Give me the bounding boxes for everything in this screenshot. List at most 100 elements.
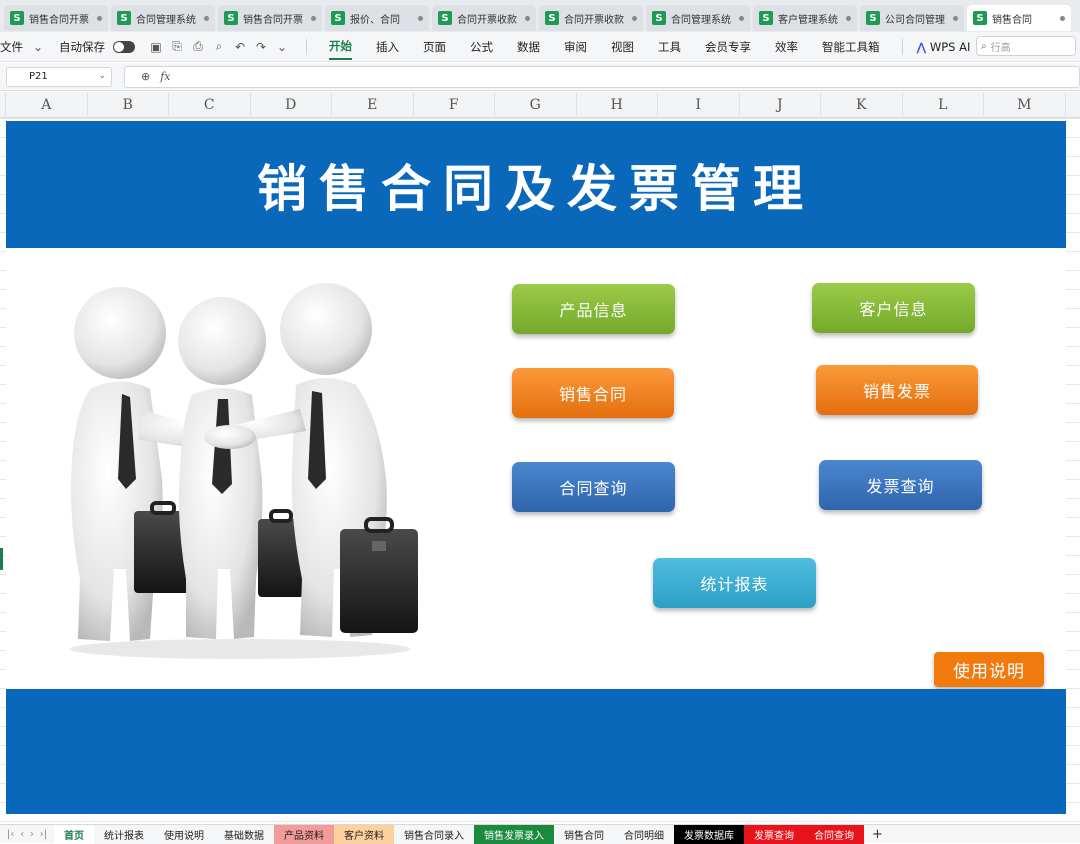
formula-input[interactable]: ⊕ fx bbox=[124, 65, 1080, 88]
column-header[interactable]: L bbox=[903, 92, 984, 118]
ribbon-tab[interactable]: 插入 bbox=[376, 35, 399, 59]
ribbon-tab[interactable]: 工具 bbox=[658, 35, 681, 59]
document-tab[interactable]: S 销售合同开票 bbox=[218, 5, 322, 31]
spreadsheet-icon: S bbox=[973, 11, 987, 25]
column-header[interactable]: G bbox=[495, 92, 577, 118]
undo-icon[interactable]: ↶ bbox=[233, 40, 247, 54]
spreadsheet-icon: S bbox=[545, 11, 559, 25]
first-sheet-icon[interactable]: |‹ bbox=[7, 829, 14, 840]
chevron-down-icon[interactable]: ⌄ bbox=[31, 40, 45, 54]
ribbon-tab[interactable]: 开始 bbox=[329, 34, 352, 60]
close-icon[interactable] bbox=[632, 15, 637, 21]
column-header[interactable]: I bbox=[658, 92, 740, 118]
ribbon-tab[interactable]: 审阅 bbox=[564, 35, 587, 59]
spreadsheet-icon: S bbox=[224, 11, 238, 25]
sheet-tab[interactable]: 销售合同录入 bbox=[394, 824, 474, 844]
column-header[interactable]: A bbox=[6, 92, 88, 118]
document-tab[interactable]: S 合同管理系统 bbox=[646, 5, 750, 31]
document-tab[interactable]: S 公司合同管理 bbox=[860, 5, 964, 31]
document-tab[interactable]: S 合同开票收款 bbox=[432, 5, 536, 31]
usage-guide-button[interactable]: 使用说明 bbox=[934, 652, 1044, 687]
sheet-tab[interactable]: 合同明细 bbox=[614, 824, 674, 844]
sheet-tab[interactable]: 发票数据库 bbox=[674, 824, 744, 844]
active-row-marker bbox=[0, 548, 3, 570]
sheet-tab[interactable]: 首页 bbox=[54, 824, 94, 844]
sheet-tab[interactable]: 客户资料 bbox=[334, 824, 394, 844]
sales-contract-button[interactable]: 销售合同 bbox=[512, 368, 674, 418]
stats-report-button[interactable]: 统计报表 bbox=[653, 558, 816, 608]
close-icon[interactable] bbox=[739, 15, 744, 21]
close-icon[interactable] bbox=[97, 15, 102, 21]
ribbon-tab[interactable]: 会员专享 bbox=[705, 35, 751, 59]
document-tab[interactable]: S 销售合同 bbox=[967, 5, 1071, 31]
prev-sheet-icon[interactable]: ‹ bbox=[20, 829, 24, 840]
ribbon-tab[interactable]: 视图 bbox=[611, 35, 634, 59]
contract-query-button[interactable]: 合同查询 bbox=[512, 462, 675, 512]
sheet-tab[interactable]: 统计报表 bbox=[94, 824, 154, 844]
chevron-down-icon[interactable]: ⌄ bbox=[98, 71, 106, 81]
wps-ai-label: WPS AI bbox=[929, 39, 971, 54]
fx-icon[interactable]: fx bbox=[160, 70, 170, 83]
document-tab[interactable]: S 销售合同开票 bbox=[4, 5, 108, 31]
invoice-query-button[interactable]: 发票查询 bbox=[819, 460, 982, 510]
document-tab[interactable]: S 客户管理系统 bbox=[753, 5, 857, 31]
ribbon-tab[interactable]: 公式 bbox=[470, 35, 493, 59]
add-sheet-button[interactable]: + bbox=[872, 827, 883, 842]
column-header[interactable]: B bbox=[88, 92, 169, 118]
spreadsheet-icon: S bbox=[866, 11, 880, 25]
autosave-toggle[interactable] bbox=[113, 40, 135, 53]
column-header[interactable]: D bbox=[251, 92, 332, 118]
zoom-icon[interactable]: ⊕ bbox=[141, 70, 150, 83]
document-tab-label: 客户管理系统 bbox=[778, 14, 838, 26]
column-header[interactable]: H bbox=[577, 92, 658, 118]
column-header[interactable]: M bbox=[984, 92, 1066, 118]
sheet-tab[interactable]: 销售合同 bbox=[554, 824, 614, 844]
document-tab[interactable]: S 合同开票收款 bbox=[539, 5, 643, 31]
sheet-tab[interactable]: 销售发票录入 bbox=[474, 824, 554, 844]
close-icon[interactable] bbox=[418, 15, 423, 21]
spreadsheet-icon: S bbox=[10, 11, 24, 25]
menu-bar: 文件 ⌄ 自动保存 ▣ ⎘ ⎙ ⌕ ↶ ↷ ⌄ 开始 插入 页面 公式 数据 审阅 视图 工具… bbox=[0, 32, 1080, 62]
more-chevron-icon[interactable]: ⌄ bbox=[275, 40, 289, 54]
sales-invoice-button[interactable]: 销售发票 bbox=[816, 365, 978, 415]
close-icon[interactable] bbox=[953, 15, 958, 21]
save-icon[interactable]: ▣ bbox=[149, 40, 163, 54]
ribbon-tab[interactable]: 页面 bbox=[423, 35, 446, 59]
column-header[interactable]: J bbox=[740, 92, 821, 118]
document-tab[interactable]: S 报价、合同 bbox=[325, 5, 429, 31]
print-preview-icon[interactable]: ⌕ bbox=[212, 39, 226, 54]
export-icon[interactable]: ⎘ bbox=[170, 39, 184, 54]
wps-ai-button[interactable]: ⋀ WPS AI bbox=[917, 36, 971, 58]
column-header[interactable]: F bbox=[414, 92, 495, 118]
column-header[interactable]: C bbox=[169, 92, 251, 118]
last-sheet-icon[interactable]: ›| bbox=[40, 829, 47, 840]
close-icon[interactable] bbox=[525, 15, 530, 21]
close-icon[interactable] bbox=[204, 15, 209, 21]
close-icon[interactable] bbox=[1060, 15, 1065, 21]
file-menu[interactable]: 文件 bbox=[0, 39, 23, 55]
search-input[interactable]: ⌕ 行高 bbox=[976, 36, 1076, 56]
name-box[interactable]: P21 ⌄ bbox=[6, 66, 112, 87]
sheet-tab[interactable]: 发票查询 bbox=[744, 824, 804, 844]
sheet-tab[interactable]: 产品资料 bbox=[274, 824, 334, 844]
print-icon[interactable]: ⎙ bbox=[191, 39, 205, 54]
ribbon-tab[interactable]: 数据 bbox=[517, 35, 540, 59]
sheet-tab[interactable]: 基础数据 bbox=[214, 824, 274, 844]
column-header[interactable]: K bbox=[821, 92, 903, 118]
sheet-tab[interactable]: 合同查询 bbox=[804, 824, 864, 844]
next-sheet-icon[interactable]: › bbox=[30, 829, 34, 840]
customer-info-button[interactable]: 客户信息 bbox=[812, 283, 975, 333]
ribbon-tab[interactable]: 效率 bbox=[775, 35, 798, 59]
close-icon[interactable] bbox=[846, 15, 851, 21]
business-handshake-illustration bbox=[70, 283, 418, 659]
sheet-tab[interactable]: 使用说明 bbox=[154, 824, 214, 844]
redo-icon[interactable]: ↷ bbox=[254, 40, 268, 54]
ribbon-tab[interactable]: 智能工具箱 bbox=[822, 35, 880, 59]
product-info-button[interactable]: 产品信息 bbox=[512, 284, 675, 334]
document-tab[interactable]: S 合同管理系统 bbox=[111, 5, 215, 31]
column-header[interactable]: E bbox=[332, 92, 414, 118]
spreadsheet-icon: S bbox=[438, 11, 452, 25]
close-icon[interactable] bbox=[311, 15, 316, 21]
footer-banner bbox=[6, 689, 1066, 814]
document-tab-label: 报价、合同 bbox=[350, 14, 400, 26]
